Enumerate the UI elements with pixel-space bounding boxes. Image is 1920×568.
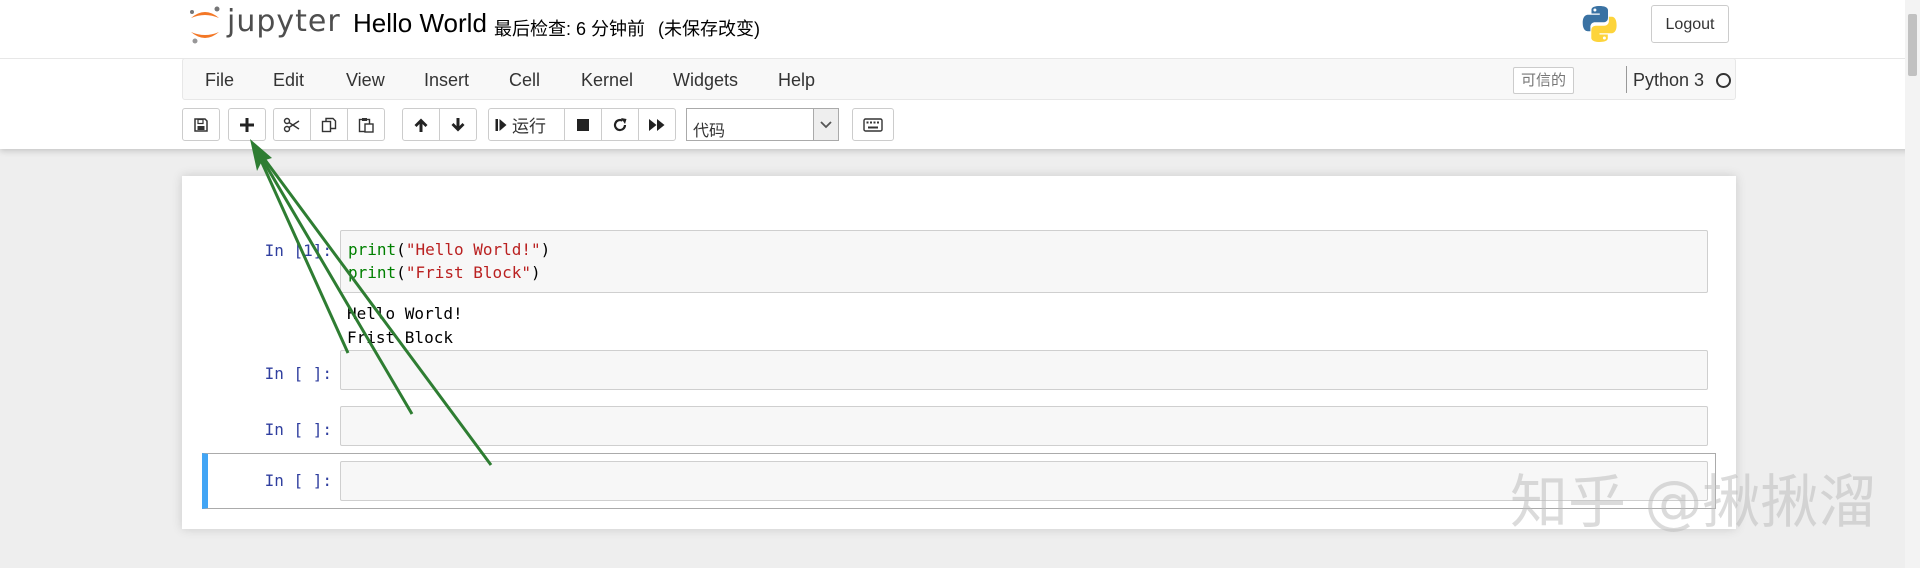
notebook-container: In [1]: print("Hello World!") print("Fri…: [182, 176, 1736, 529]
trusted-notebook-badge[interactable]: 可信的: [1513, 67, 1575, 94]
notebook-title[interactable]: Hello World: [353, 8, 487, 39]
restart-run-all-button[interactable]: [638, 108, 676, 141]
kernel-name[interactable]: Python 3: [1633, 70, 1704, 91]
fast-forward-icon: [649, 118, 665, 131]
input-prompt: In [ ]:: [264, 364, 332, 383]
menu-insert[interactable]: Insert: [424, 70, 469, 91]
menu-view[interactable]: View: [346, 70, 385, 91]
arrow-down-icon: [451, 117, 465, 131]
move-cell-up-button[interactable]: [402, 108, 440, 141]
cell-output-area: Hello World! Frist Block: [347, 302, 463, 350]
kernel-separator: [1626, 66, 1627, 93]
code-text: print("Hello World!"): [348, 240, 551, 259]
code-cell-3[interactable]: In [ ]:: [204, 403, 1716, 459]
code-input-area[interactable]: [340, 350, 1708, 390]
code-input-area[interactable]: print("Hello World!") print("Frist Block…: [340, 230, 1708, 293]
checkpoint-text: 最后检查: 6 分钟前: [494, 19, 646, 39]
run-button[interactable]: 运行: [488, 108, 565, 141]
toolbar-insert-group: [228, 108, 266, 141]
menu-widgets[interactable]: Widgets: [673, 70, 738, 91]
header-bar: jupyter Hello World 最后检查: 6 分钟前 (未保存改变) …: [0, 0, 1920, 59]
page-scrollbar[interactable]: [1905, 0, 1920, 568]
save-icon: [194, 117, 208, 132]
arrow-up-icon: [414, 118, 428, 132]
interrupt-kernel-button[interactable]: [564, 108, 602, 141]
cell-type-value: 代码: [693, 123, 726, 140]
menubar: File Edit View Insert Cell Kernel Widget…: [182, 58, 1736, 100]
autosave-status: (未保存改变): [658, 19, 761, 39]
code-text: print("Frist Block"): [348, 263, 541, 282]
menu-cell[interactable]: Cell: [509, 70, 540, 91]
python-logo-icon: [1580, 4, 1620, 44]
toolbar-move-group: [402, 108, 477, 141]
insert-cell-below-button[interactable]: [228, 108, 266, 141]
scrollbar-thumb[interactable]: [1908, 14, 1917, 76]
toolbar-save-group: [182, 108, 220, 141]
menu-help[interactable]: Help: [778, 70, 815, 91]
stop-icon: [577, 118, 589, 131]
output-line: Hello World!: [347, 304, 463, 323]
input-prompt: In [1]:: [264, 241, 332, 260]
command-palette-button[interactable]: [852, 108, 894, 141]
jupyter-logo-icon: [190, 6, 220, 44]
input-prompt: In [ ]:: [264, 471, 332, 490]
run-button-label: 运行: [512, 117, 546, 136]
menu-edit[interactable]: Edit: [273, 70, 304, 91]
restart-kernel-button[interactable]: [601, 108, 639, 141]
cut-button[interactable]: [273, 108, 311, 141]
code-line: print("Frist Block"): [348, 261, 1700, 284]
notebook-header: jupyter Hello World 最后检查: 6 分钟前 (未保存改变) …: [0, 0, 1920, 149]
code-cell-1[interactable]: In [1]: print("Hello World!") print("Fri…: [204, 203, 1716, 353]
toolbar-shortcuts-group: [852, 108, 894, 141]
jupyter-logo-text: jupyter: [227, 4, 341, 39]
keyboard-icon: [863, 117, 883, 132]
cell-type-select[interactable]: 代码: [686, 108, 839, 141]
code-cell-2[interactable]: In [ ]:: [204, 347, 1716, 403]
logout-button[interactable]: Logout: [1651, 5, 1729, 43]
code-cell-4-selected[interactable]: In [ ]:: [202, 453, 1716, 509]
code-input-area[interactable]: [340, 406, 1708, 446]
scissors-icon: [283, 117, 300, 132]
code-line: print("Hello World!"): [348, 238, 1700, 261]
toolbar-run-group: 运行: [488, 108, 676, 141]
menu-kernel[interactable]: Kernel: [581, 70, 633, 91]
input-prompt: In [ ]:: [264, 420, 332, 439]
plus-icon: [240, 117, 254, 132]
code-input-area[interactable]: [340, 461, 1708, 501]
checkpoint-status: 最后检查: 6 分钟前 (未保存改变): [494, 15, 760, 41]
save-button[interactable]: [182, 108, 220, 141]
paste-button[interactable]: [347, 108, 385, 141]
move-cell-down-button[interactable]: [439, 108, 477, 141]
kernel-idle-indicator-icon: [1716, 73, 1731, 88]
zhihu-watermark: 知乎 @揪揪溜: [1510, 468, 1877, 536]
paste-icon: [358, 117, 374, 133]
step-forward-icon: [495, 118, 507, 131]
copy-button[interactable]: [310, 108, 348, 141]
menu-file[interactable]: File: [205, 70, 234, 91]
restart-icon: [613, 117, 627, 131]
copy-icon: [321, 117, 337, 132]
toolbar-clipboard-group: [273, 108, 385, 141]
chevron-down-icon: [813, 109, 838, 140]
